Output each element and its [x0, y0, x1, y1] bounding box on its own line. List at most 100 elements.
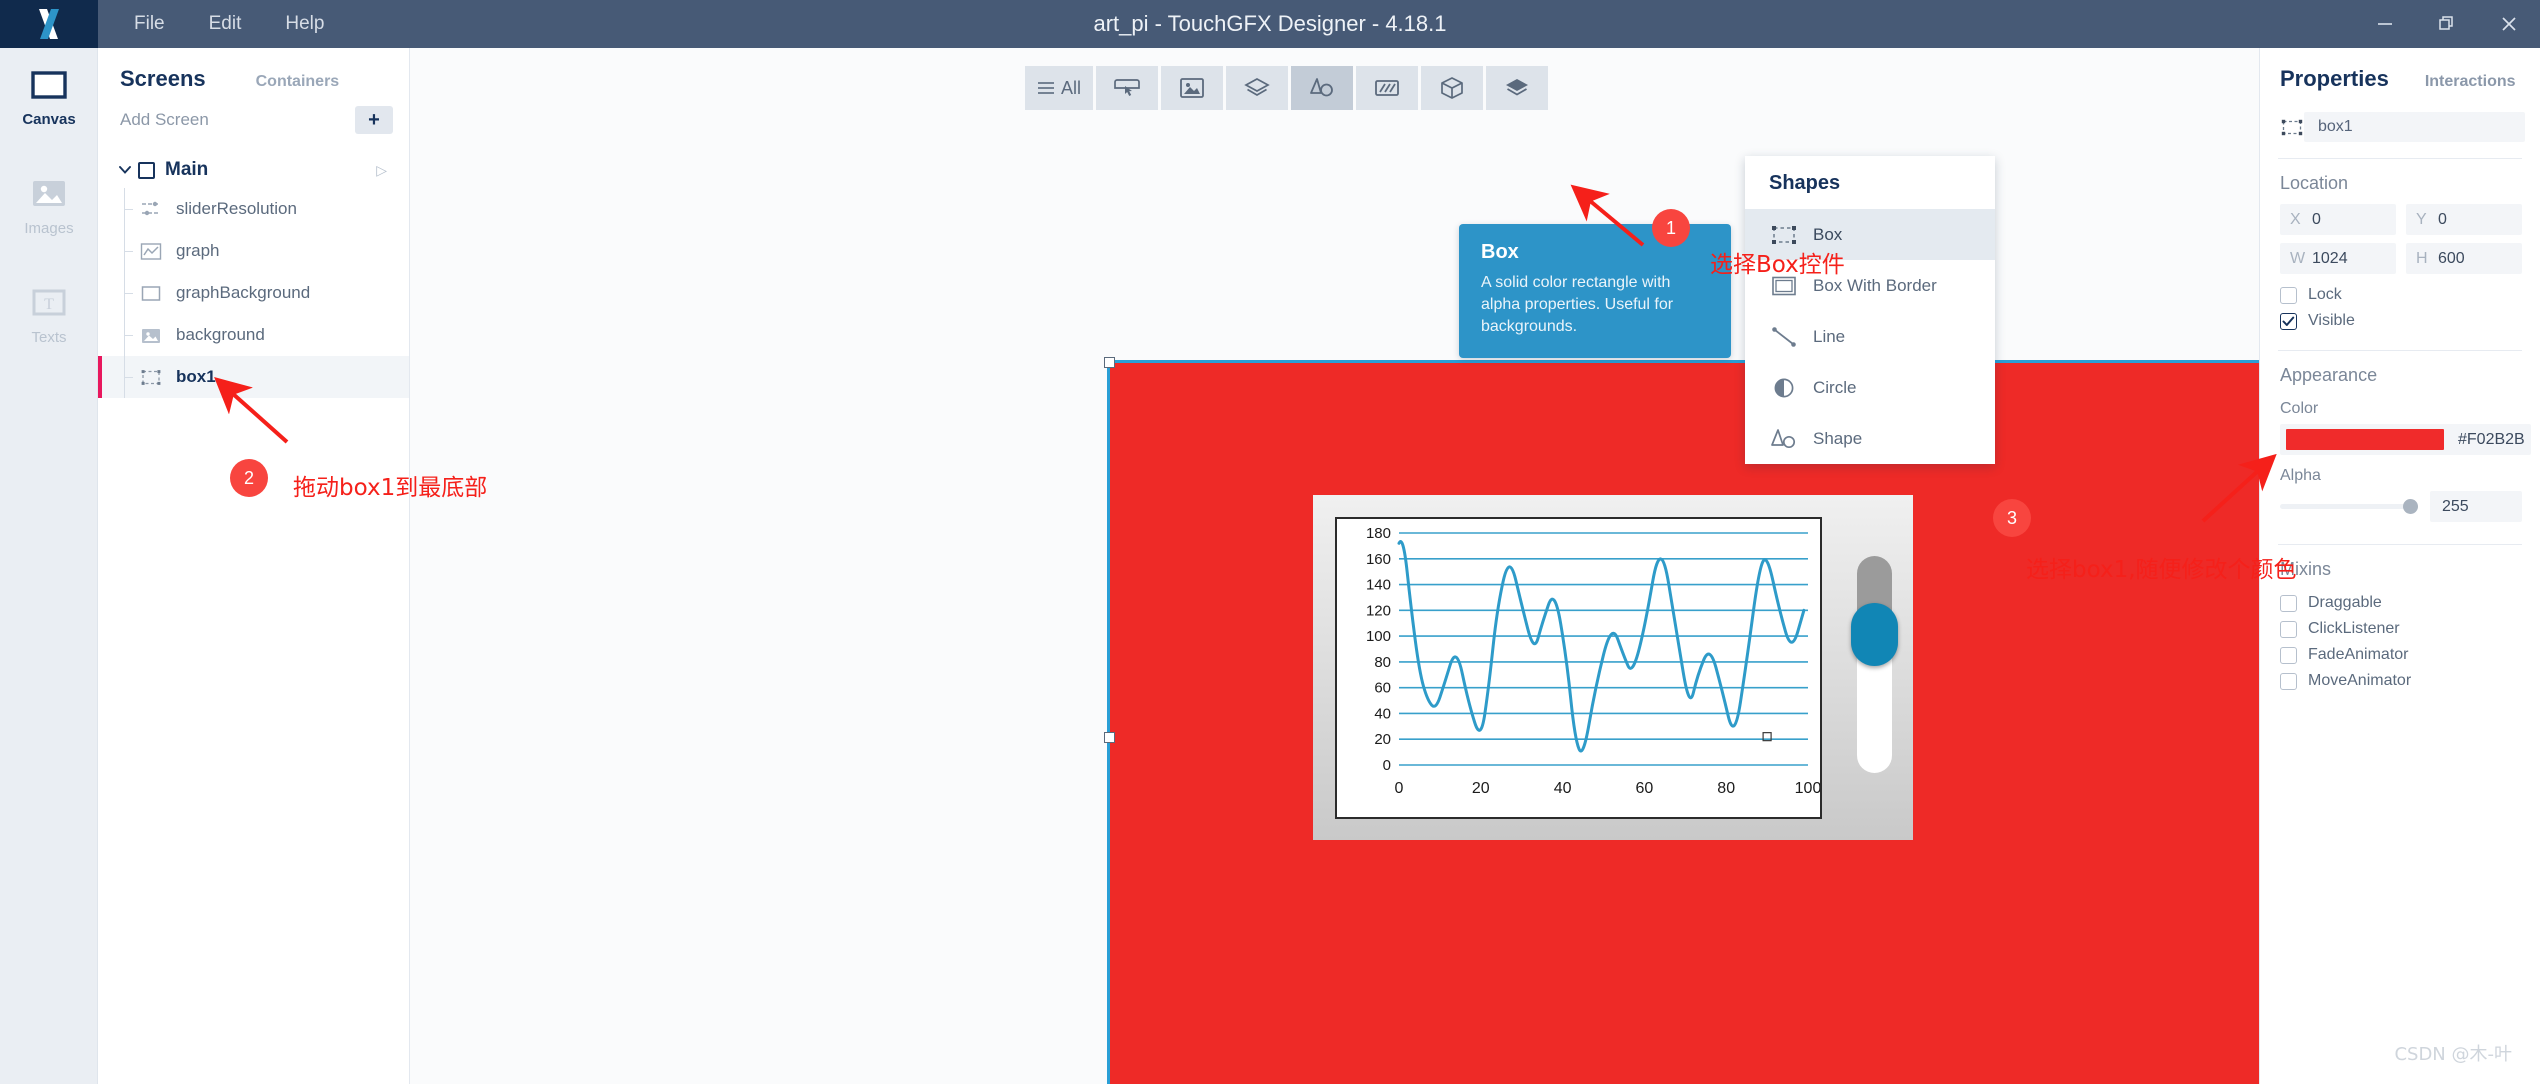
box-dashed-glyph	[141, 369, 161, 385]
slider-widget-glyph	[142, 201, 160, 216]
clicklistener-checkbox[interactable]	[2280, 620, 2297, 638]
svg-text:60: 60	[1374, 680, 1391, 697]
moveanimator-label: MoveAnimator	[2308, 672, 2412, 689]
graph-plot: 0 20 40 60 80 100 120 140 160 180 0 20 40 60 80 100	[1366, 525, 1820, 797]
run-screen-icon[interactable]: ▷	[376, 162, 387, 179]
shape-item-label: Shape	[1813, 428, 1863, 448]
tb-all[interactable]: All	[1025, 66, 1094, 110]
svg-text:140: 140	[1366, 577, 1391, 594]
window-controls	[2354, 0, 2540, 48]
w-field[interactable]: W 1024	[2280, 243, 2396, 274]
svg-text:100: 100	[1795, 780, 1820, 797]
fadeanimator-checkbox[interactable]	[2280, 646, 2297, 664]
color-field[interactable]: #F02B2B	[2280, 424, 2531, 455]
w-label: W	[2290, 249, 2306, 267]
canvas-graph-background[interactable]: 0 20 40 60 80 100 120 140 160 180 0 20 40 60 80 100	[1313, 495, 1913, 840]
tree-item-box1[interactable]: box1	[98, 356, 409, 398]
draggable-checkbox[interactable]	[2280, 594, 2297, 612]
color-swatch[interactable]	[2286, 429, 2444, 450]
visible-row[interactable]: Visible	[2260, 308, 2540, 334]
visible-checkbox[interactable]	[2280, 312, 2297, 330]
tab-screens[interactable]: Screens	[120, 66, 206, 92]
h-field[interactable]: H 600	[2406, 243, 2522, 274]
minimize-button[interactable]	[2354, 0, 2416, 48]
alpha-knob[interactable]	[2403, 499, 2418, 514]
left-rail: Canvas Images T Texts	[0, 48, 98, 1084]
rail-item-images[interactable]: Images	[0, 164, 98, 247]
location-wh-row: W 1024 H 600	[2260, 243, 2540, 274]
annotation-badge-1: 1	[1652, 209, 1690, 247]
location-xy-row: X 0 Y 0	[2260, 204, 2540, 235]
chevron-down-icon[interactable]	[118, 162, 136, 178]
canvas-graph[interactable]: 0 20 40 60 80 100 120 140 160 180 0 20 40 60 80 100	[1335, 517, 1822, 819]
shapes-dropdown: Shapes Box Box With Border Line Circle S…	[1745, 156, 1995, 464]
tb-progress[interactable]	[1356, 66, 1419, 110]
tab-properties[interactable]: Properties	[2280, 66, 2389, 92]
widget-name-input[interactable]	[2304, 112, 2525, 142]
y-field[interactable]: Y 0	[2406, 204, 2522, 235]
shape-item-circle[interactable]: Circle	[1745, 362, 1995, 413]
tree-tick	[124, 314, 133, 356]
add-screen-label: Add Screen	[120, 110, 209, 129]
image-widget-icon	[138, 324, 164, 346]
lock-row[interactable]: Lock	[2260, 282, 2540, 308]
watermark: CSDN @木-叶	[2394, 1044, 2512, 1065]
close-button[interactable]	[2478, 0, 2540, 48]
alpha-value-field[interactable]: 255	[2430, 491, 2522, 522]
mixin-fadeanimator-row[interactable]: FadeAnimator	[2260, 642, 2540, 668]
screen-checkbox[interactable]	[138, 161, 155, 179]
rail-label-texts: Texts	[31, 329, 67, 346]
tb-misc[interactable]	[1486, 66, 1549, 110]
rail-item-texts[interactable]: T Texts	[0, 273, 98, 356]
tree-item-graphbackground[interactable]: graphBackground	[98, 272, 409, 314]
x-field[interactable]: X 0	[2280, 204, 2396, 235]
resize-handle-w[interactable]	[1104, 732, 1115, 743]
restore-icon	[2439, 16, 2453, 30]
screens-panel: Screens Containers Add Screen + Main ▷ s…	[98, 48, 410, 1084]
svg-text:0: 0	[1383, 757, 1391, 774]
resize-handle-nw[interactable]	[1104, 357, 1115, 368]
tree-root-main[interactable]: Main ▷	[98, 152, 409, 188]
tab-interactions[interactable]: Interactions	[2425, 73, 2516, 91]
box-dashed-icon	[138, 366, 164, 388]
tree-item-graph[interactable]: graph	[98, 230, 409, 272]
image-category-icon	[1180, 78, 1204, 98]
moveanimator-checkbox[interactable]	[2280, 672, 2297, 690]
tree-item-sliderresolution[interactable]: sliderResolution	[98, 188, 409, 230]
mixin-draggable-row[interactable]: Draggable	[2260, 590, 2540, 616]
tb-images[interactable]	[1161, 66, 1224, 110]
shape-item-shape[interactable]: Shape	[1745, 413, 1995, 464]
widget-name-row	[2260, 108, 2540, 142]
tb-containers[interactable]	[1226, 66, 1289, 110]
tb-buttons[interactable]	[1096, 66, 1159, 110]
tree-item-background[interactable]: background	[98, 314, 409, 356]
canvas-slider-knob[interactable]	[1851, 603, 1898, 666]
rail-item-canvas[interactable]: Canvas	[0, 56, 98, 138]
x-label: X	[2290, 210, 2301, 228]
button-widget-icon	[1114, 79, 1140, 96]
cube-icon	[1441, 77, 1463, 99]
alpha-slider[interactable]	[2280, 496, 2418, 518]
shape-icon	[1767, 426, 1801, 452]
line-icon	[1767, 324, 1801, 350]
tb-shapes[interactable]	[1291, 66, 1354, 110]
mixin-moveanimator-row[interactable]: MoveAnimator	[2260, 668, 2540, 694]
lock-label: Lock	[2308, 286, 2342, 303]
tab-containers[interactable]: Containers	[256, 73, 340, 91]
layers-icon	[1244, 78, 1270, 96]
shape-item-line[interactable]: Line	[1745, 311, 1995, 362]
color-hex-value: #F02B2B	[2458, 430, 2525, 448]
box-dashed-icon	[2280, 118, 2304, 137]
restore-button[interactable]	[2416, 0, 2478, 48]
add-screen-button[interactable]: +	[355, 106, 393, 134]
annotation-text-1: 选择Box控件	[1710, 252, 1845, 278]
shapes-icon	[1310, 78, 1333, 97]
rail-label-images: Images	[24, 220, 74, 237]
box-widget-icon	[138, 282, 164, 304]
graph-widget-icon	[138, 240, 164, 262]
lock-checkbox[interactable]	[2280, 286, 2297, 304]
shape-item-label: Line	[1813, 326, 1846, 346]
color-label: Color	[2280, 400, 2319, 417]
tb-3d[interactable]	[1421, 66, 1484, 110]
mixin-clicklistener-row[interactable]: ClickListener	[2260, 616, 2540, 642]
